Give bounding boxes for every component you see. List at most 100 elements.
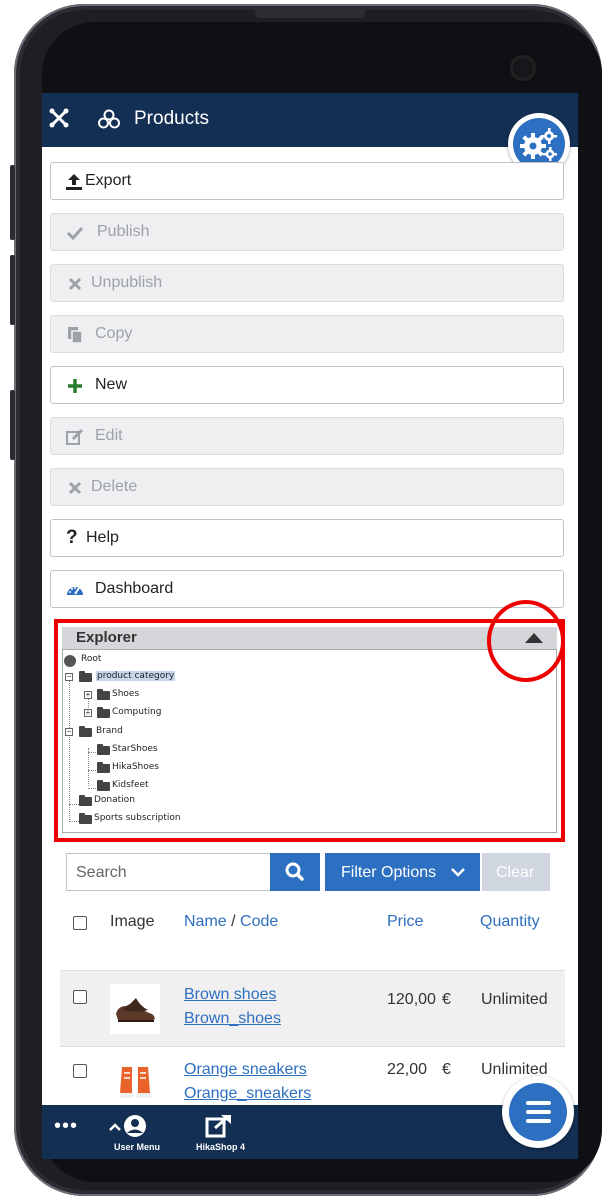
hamburger-menu-icon — [509, 1083, 567, 1141]
search-input[interactable]: Search — [66, 853, 272, 891]
dashboard-button[interactable]: Dashboard — [50, 570, 564, 608]
more-options-button[interactable]: ••• — [54, 1115, 78, 1138]
help-button[interactable]: ? Help — [50, 519, 564, 557]
folder-icon — [97, 689, 110, 700]
column-header-name-code: Name / Code — [184, 913, 278, 931]
column-header-price[interactable]: Price — [387, 913, 423, 931]
tree-node-product-category[interactable]: product category — [96, 671, 176, 681]
clear-button[interactable]: Clear — [482, 853, 550, 891]
product-thumbnail[interactable] — [110, 1059, 160, 1109]
tree-node-root[interactable]: Root — [81, 654, 101, 664]
search-placeholder: Search — [76, 864, 127, 881]
select-all-checkbox[interactable] — [73, 916, 87, 930]
unpublish-button[interactable]: Unpublish — [50, 264, 564, 302]
search-icon — [285, 862, 304, 881]
times-icon — [68, 277, 82, 291]
phone-side-button — [10, 390, 15, 460]
phone-camera — [510, 55, 536, 81]
sort-by-name-link[interactable]: Name — [184, 913, 227, 930]
unpublish-label: Unpublish — [91, 274, 163, 291]
column-header-image: Image — [110, 913, 155, 930]
phone-speaker — [255, 8, 365, 18]
folder-icon — [97, 780, 110, 791]
product-name-link[interactable]: Orange sneakers — [184, 1061, 307, 1079]
product-name-link[interactable]: Brown shoes — [184, 986, 277, 1004]
row-checkbox[interactable] — [73, 1064, 87, 1078]
filter-options-button[interactable]: Filter Options — [325, 853, 480, 891]
brown-shoe-image — [116, 998, 155, 1022]
times-icon — [68, 481, 82, 495]
folder-icon — [79, 813, 92, 824]
external-link-icon — [205, 1114, 231, 1138]
folder-open-icon — [79, 671, 92, 682]
tree-node-hikashoes[interactable]: HikaShoes — [112, 762, 159, 772]
export-label: Export — [85, 172, 132, 189]
table-row: Brown shoes Brown_shoes 120,00 € Unlimit… — [60, 970, 565, 1047]
header-separator: / — [226, 913, 241, 930]
folder-open-icon — [79, 726, 92, 737]
product-price: 22,00 — [387, 1061, 428, 1078]
folder-icon — [97, 744, 110, 755]
new-label: New — [95, 376, 128, 393]
export-button[interactable]: Export — [50, 162, 564, 200]
folder-icon — [97, 707, 110, 718]
new-button[interactable]: New — [50, 366, 564, 404]
question-icon: ? — [66, 527, 78, 548]
plus-icon — [68, 379, 82, 393]
product-price: 120,00 — [387, 991, 436, 1008]
copy-label: Copy — [95, 325, 133, 342]
main-menu-button[interactable] — [502, 1076, 574, 1148]
copy-button[interactable]: Copy — [50, 315, 564, 353]
tree-node-starshoes[interactable]: StarShoes — [112, 744, 158, 754]
page-title: Products — [134, 108, 209, 129]
delete-button[interactable]: Delete — [50, 468, 564, 506]
upload-icon — [66, 174, 82, 190]
tree-node-kidsfeet[interactable]: Kidsfeet — [112, 780, 149, 790]
tree-collapse-icon[interactable]: − — [65, 728, 73, 736]
delete-label: Delete — [91, 478, 138, 495]
product-quantity: Unlimited — [481, 991, 548, 1008]
tree-expand-icon[interactable]: + — [84, 709, 92, 717]
hikashop-button[interactable]: HikaShop 4 — [194, 1111, 258, 1155]
hikashop-label: HikaShop 4 — [196, 1142, 246, 1152]
folder-icon — [79, 795, 92, 806]
edit-label: Edit — [95, 427, 123, 444]
tree-collapse-icon[interactable]: − — [65, 673, 73, 681]
edit-icon — [66, 428, 84, 445]
joomla-logo-icon[interactable] — [48, 107, 70, 129]
top-header: Products — [42, 93, 578, 147]
chevron-down-icon — [451, 868, 465, 877]
tree-node-donation[interactable]: Donation — [94, 795, 135, 805]
tree-node-shoes[interactable]: Shoes — [112, 689, 139, 699]
tree-expand-icon[interactable]: + — [84, 691, 92, 699]
product-code-link[interactable]: Orange_sneakers — [184, 1085, 311, 1103]
sort-by-code-link[interactable]: Code — [240, 913, 278, 930]
search-button[interactable] — [270, 853, 320, 891]
app-screen: Products Export Publish Unpublish Copy N… — [42, 93, 578, 1159]
globe-icon — [64, 655, 76, 667]
annotation-circle — [487, 600, 565, 682]
product-thumbnail[interactable] — [110, 984, 160, 1034]
column-header-quantity[interactable]: Quantity — [480, 913, 540, 931]
product-currency: € — [442, 1061, 451, 1078]
tree-node-brand[interactable]: Brand — [96, 726, 123, 736]
product-currency: € — [442, 991, 451, 1008]
explorer-title: Explorer — [76, 629, 137, 646]
copy-icon — [68, 327, 83, 344]
user-menu-button[interactable]: User Menu — [106, 1111, 176, 1155]
tree-node-sports-subscription[interactable]: Sports subscription — [94, 813, 181, 823]
row-checkbox[interactable] — [73, 990, 87, 1004]
folder-icon — [97, 762, 110, 773]
tree-node-computing[interactable]: Computing — [112, 707, 161, 717]
edit-button[interactable]: Edit — [50, 417, 564, 455]
product-code-link[interactable]: Brown_shoes — [184, 1010, 281, 1028]
explorer-header[interactable]: Explorer — [62, 627, 557, 649]
phone-side-button — [10, 165, 15, 240]
user-circle-icon — [109, 1115, 146, 1137]
dashboard-gauge-icon — [67, 587, 83, 595]
bottom-navigation-bar: ••• User Menu HikaShop 4 — [42, 1105, 578, 1159]
filter-options-label: Filter Options — [341, 864, 437, 881]
publish-button[interactable]: Publish — [50, 213, 564, 251]
cubes-icon — [98, 109, 120, 129]
check-icon — [66, 226, 84, 241]
